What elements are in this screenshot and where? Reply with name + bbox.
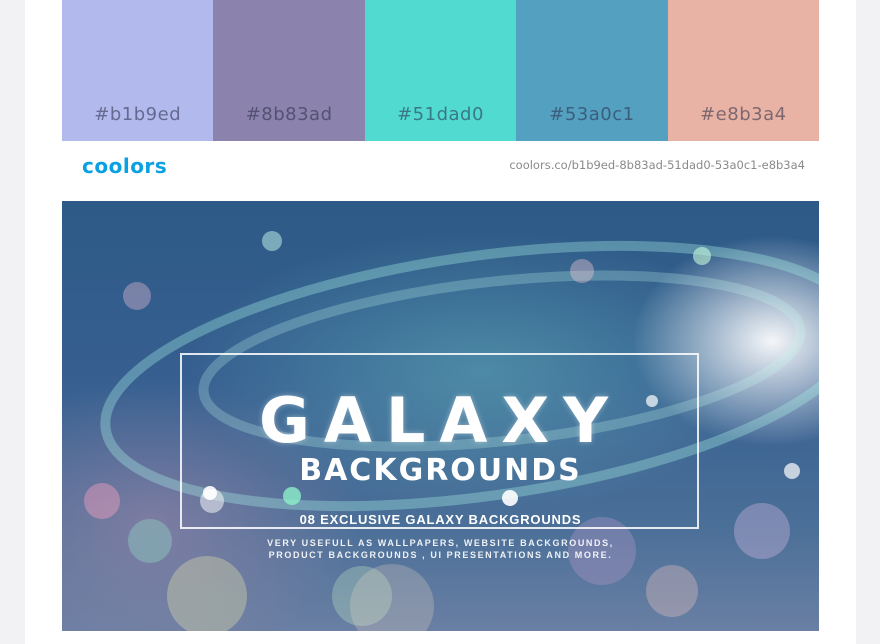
swatch-hex-label: #e8b3a4 — [700, 104, 787, 125]
hero-tagline: 08 EXCLUSIVE GALAXY BACKGROUNDS — [299, 512, 582, 527]
color-swatch[interactable]: #51dad0 — [364, 0, 517, 141]
hero-title: GALAXY — [258, 384, 623, 457]
color-palette: #b1b9ed #8b83ad #51dad0 #53a0c1 #e8b3a4 — [62, 0, 820, 141]
palette-footer: coolors coolors.co/b1b9ed-8b83ad-51dad0-… — [62, 141, 819, 189]
coolors-logo[interactable]: coolors — [82, 154, 167, 178]
hero-description-line: VERY USEFULL AS WALLPAPERS, WEBSITE BACK… — [267, 538, 614, 548]
palette-url[interactable]: coolors.co/b1b9ed-8b83ad-51dad0-53a0c1-e… — [509, 158, 805, 172]
galaxy-backgrounds-image: GALAXY BACKGROUNDS 08 EXCLUSIVE GALAXY B… — [62, 201, 819, 631]
hero-subtitle: BACKGROUNDS — [299, 453, 582, 488]
color-swatch[interactable]: #e8b3a4 — [667, 0, 820, 141]
color-swatch[interactable]: #b1b9ed — [62, 0, 214, 141]
color-swatch[interactable]: #8b83ad — [213, 0, 365, 141]
hero-description-line: PRODUCT BACKGROUNDS , UI PRESENTATIONS A… — [268, 550, 613, 560]
swatch-hex-label: #b1b9ed — [94, 104, 182, 125]
color-swatch[interactable]: #53a0c1 — [516, 0, 668, 141]
swatch-hex-label: #51dad0 — [397, 104, 484, 125]
swatch-hex-label: #8b83ad — [245, 104, 333, 125]
swatch-hex-label: #53a0c1 — [549, 104, 635, 125]
